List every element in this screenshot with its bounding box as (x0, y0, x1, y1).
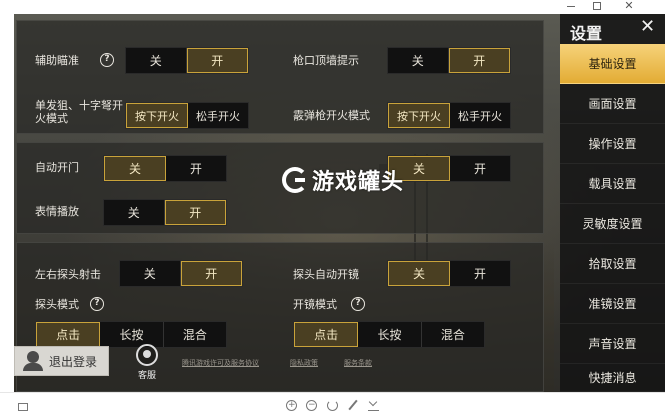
zoom-out-icon[interactable] (306, 398, 317, 412)
shotgun-fire-press[interactable]: 按下开火 (388, 103, 450, 128)
sidebar-item-sensitivity[interactable]: 灵敏度设置 (560, 204, 665, 244)
lean-mode-mixed[interactable]: 混合 (164, 322, 226, 347)
window-titlebar: ✕ (0, 0, 665, 14)
sidebar-item-graphics[interactable]: 画面设置 (560, 84, 665, 124)
sidebar-item-controls[interactable]: 操作设置 (560, 124, 665, 164)
question-circle-icon[interactable]: ? (90, 297, 104, 311)
lean-mode-tap[interactable]: 点击 (36, 322, 101, 347)
viewer-toolbar (0, 392, 665, 420)
window-close-icon[interactable]: ✕ (623, 0, 635, 12)
license-agreement-link[interactable]: 腾讯游戏许可及服务协议 (182, 358, 259, 368)
muzzle-wall-on[interactable]: 开 (448, 48, 510, 73)
shotgun-fire-label: 霰弹枪开火模式 (293, 109, 370, 122)
sniper-fire-release[interactable]: 松手开火 (188, 103, 248, 128)
privacy-policy-link[interactable]: 隐私政策 (290, 358, 318, 368)
muzzle-wall-label: 枪口顶墙提示 (293, 54, 359, 67)
lean-scope-on[interactable]: 开 (450, 261, 510, 286)
headset-icon (136, 344, 158, 366)
lean-scope-off[interactable]: 关 (388, 261, 450, 286)
sidebar-item-vehicle[interactable]: 载具设置 (560, 164, 665, 204)
emote-on[interactable]: 开 (164, 200, 226, 225)
right-setting-off[interactable]: 关 (388, 156, 450, 181)
scope-mode-selector: 点击 长按 混合 (293, 321, 485, 348)
lean-fire-label: 左右探头射击 (35, 268, 101, 281)
monitor-icon[interactable] (18, 403, 28, 411)
settings-panel-aiming: 辅助瞄准 ? 关 开 枪口顶墙提示 关 开 单发狙、十字弩开火模式 按下开火 松… (16, 20, 544, 134)
lean-scope-toggle: 关 开 (387, 260, 511, 287)
lean-fire-on[interactable]: 开 (180, 261, 242, 286)
rotate-icon[interactable] (327, 400, 338, 411)
aim-assist-on[interactable]: 开 (186, 48, 248, 73)
sidebar-item-pickup[interactable]: 拾取设置 (560, 244, 665, 284)
sniper-fire-press[interactable]: 按下开火 (126, 103, 188, 128)
sidebar-item-basic[interactable]: 基础设置 (560, 44, 665, 84)
auto-door-label: 自动开门 (35, 161, 79, 174)
user-silhouette-icon (23, 351, 43, 371)
download-icon[interactable] (368, 399, 379, 411)
sniper-fire-toggle: 按下开火 松手开火 (125, 102, 249, 129)
logout-button[interactable]: 退出登录 (14, 346, 109, 376)
edit-pencil-icon[interactable] (348, 399, 358, 411)
aim-assist-label: 辅助瞄准 (35, 54, 79, 67)
lean-fire-toggle: 关 开 (119, 260, 243, 287)
lean-mode-label: 探头模式 (35, 298, 79, 311)
customer-service-label: 客服 (137, 371, 156, 381)
scope-mode-label: 开镜模式 (293, 298, 337, 311)
settings-sidebar: 设置 ✕ 基础设置 画面设置 操作设置 载具设置 灵敏度设置 拾取设置 准镜设置… (560, 14, 665, 392)
right-setting-on[interactable]: 开 (450, 156, 510, 181)
aim-assist-toggle: 关 开 (125, 47, 249, 74)
lean-scope-label: 探头自动开镜 (293, 268, 359, 281)
close-x-icon[interactable]: ✕ (640, 18, 655, 36)
settings-panel-general: 自动开门 关 开 关 开 表情播放 关 开 (16, 142, 544, 234)
emote-label: 表情播放 (35, 205, 79, 218)
lean-mode-selector: 点击 长按 混合 (35, 321, 227, 348)
scope-mode-mixed[interactable]: 混合 (422, 322, 484, 347)
question-circle-icon[interactable]: ? (351, 297, 365, 311)
lean-fire-off[interactable]: 关 (120, 261, 181, 286)
maximize-icon[interactable] (593, 2, 601, 10)
sidebar-title: 设置 (570, 24, 603, 43)
minimize-icon[interactable] (567, 6, 575, 7)
emote-off[interactable]: 关 (104, 200, 165, 225)
game-viewport: 辅助瞄准 ? 关 开 枪口顶墙提示 关 开 单发狙、十字弩开火模式 按下开火 松… (14, 14, 665, 392)
logout-label: 退出登录 (49, 354, 98, 369)
auto-door-off[interactable]: 关 (104, 156, 166, 181)
scope-mode-tap[interactable]: 点击 (294, 322, 359, 347)
auto-door-on[interactable]: 开 (166, 156, 226, 181)
sidebar-item-quick-message[interactable]: 快捷消息 (560, 364, 665, 392)
auto-door-toggle: 关 开 (103, 155, 227, 182)
zoom-in-icon[interactable] (286, 398, 297, 412)
right-setting-toggle: 关 开 (387, 155, 511, 182)
aim-assist-off[interactable]: 关 (126, 48, 187, 73)
scope-mode-hold[interactable]: 长按 (358, 322, 422, 347)
shotgun-fire-toggle: 按下开火 松手开火 (387, 102, 511, 129)
muzzle-wall-toggle: 关 开 (387, 47, 511, 74)
sidebar-item-sound[interactable]: 声音设置 (560, 324, 665, 364)
shotgun-fire-release[interactable]: 松手开火 (450, 103, 510, 128)
sidebar-item-scope[interactable]: 准镜设置 (560, 284, 665, 324)
sniper-fire-label: 单发狙、十字弩开火模式 (35, 99, 123, 125)
question-circle-icon[interactable]: ? (100, 53, 114, 67)
muzzle-wall-off[interactable]: 关 (388, 48, 449, 73)
emote-toggle: 关 开 (103, 199, 227, 226)
terms-of-service-link[interactable]: 服务条款 (344, 358, 372, 368)
customer-service-button[interactable]: 客服 (132, 344, 162, 384)
